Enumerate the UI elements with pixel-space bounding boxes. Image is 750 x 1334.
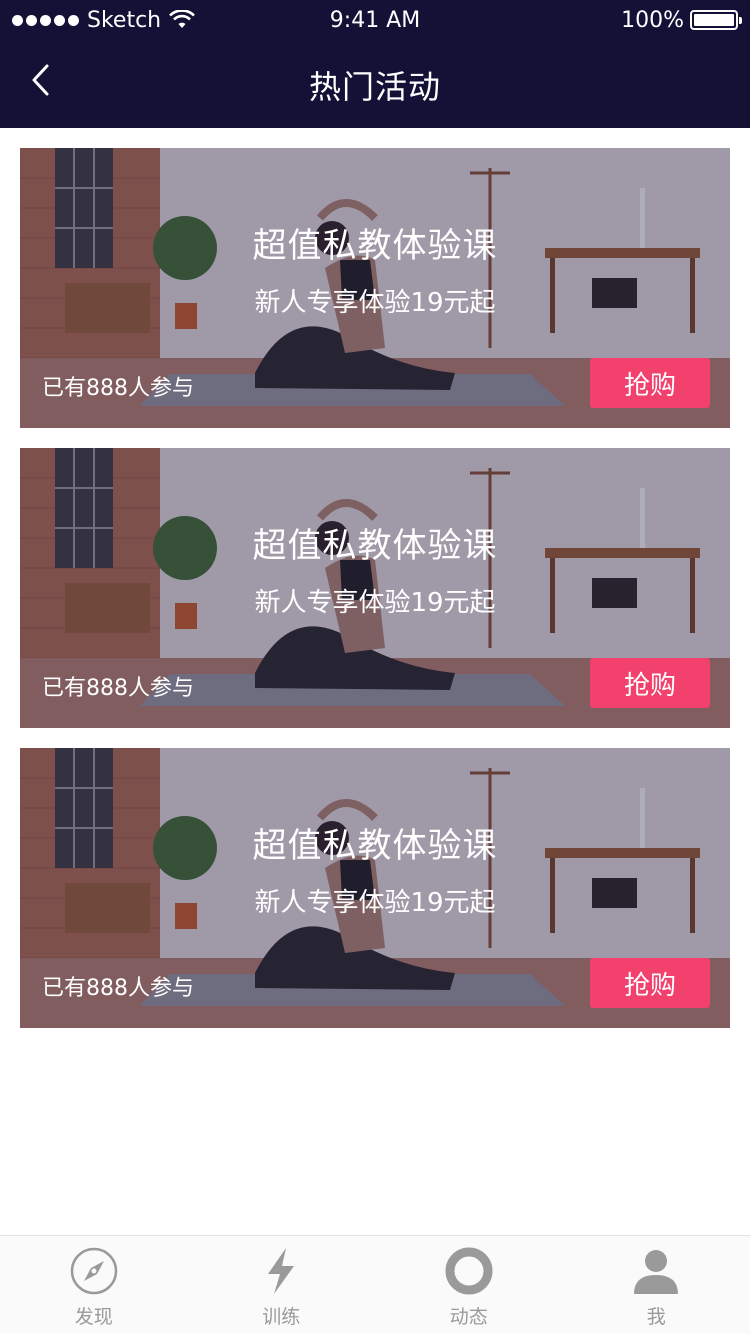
tab-feed[interactable]: 动态 xyxy=(375,1236,563,1334)
buy-button[interactable]: 抢购 xyxy=(590,358,710,408)
card-subtitle: 新人专享体验19元起 xyxy=(254,588,496,618)
tab-label: 训练 xyxy=(262,1306,301,1328)
participant-count: 已有888人参与 xyxy=(42,376,194,401)
card-title: 超值私教体验课 xyxy=(252,226,498,266)
battery-icon xyxy=(690,10,742,30)
status-bar: Sketch 9:41 AM 100% xyxy=(0,0,750,40)
participant-count: 已有888人参与 xyxy=(42,676,194,701)
activity-list: 超值私教体验课 新人专享体验19元起 已有888人参与 抢购 超值私教体验课 新… xyxy=(20,148,730,1048)
nav-bar: 热门活动 xyxy=(0,40,750,128)
tab-label: 发现 xyxy=(74,1306,113,1328)
card-subtitle: 新人专享体验19元起 xyxy=(254,288,496,318)
card-title: 超值私教体验课 xyxy=(252,526,498,566)
compass-icon xyxy=(70,1247,117,1295)
user-icon xyxy=(634,1250,679,1294)
activity-card[interactable]: 超值私教体验课 新人专享体验19元起 已有888人参与 抢购 xyxy=(20,448,730,728)
buy-button[interactable]: 抢购 xyxy=(590,958,710,1008)
page-title: 热门活动 xyxy=(308,68,441,106)
tab-discover[interactable]: 发现 xyxy=(0,1236,188,1334)
participant-count: 已有888人参与 xyxy=(42,976,194,1001)
card-title: 超值私教体验课 xyxy=(252,826,498,866)
activity-card[interactable]: 超值私教体验课 新人专享体验19元起 已有888人参与 抢购 xyxy=(20,148,730,428)
buy-button[interactable]: 抢购 xyxy=(590,658,710,708)
card-subtitle: 新人专享体验19元起 xyxy=(254,888,496,918)
tab-me[interactable]: 我 xyxy=(563,1236,750,1334)
tab-label: 我 xyxy=(646,1306,666,1328)
activity-card[interactable]: 超值私教体验课 新人专享体验19元起 已有888人参与 抢购 xyxy=(20,748,730,1028)
status-right: 100% xyxy=(621,7,742,33)
tab-label: 动态 xyxy=(449,1306,488,1328)
battery-percent: 100% xyxy=(621,7,684,33)
lightning-icon xyxy=(268,1248,295,1294)
ring-icon xyxy=(445,1247,493,1295)
tab-training[interactable]: 训练 xyxy=(188,1236,376,1334)
app-header: Sketch 9:41 AM 100% 热门活动 xyxy=(0,0,750,128)
tab-bar: 发现 训练 动态 我 xyxy=(0,1235,750,1334)
